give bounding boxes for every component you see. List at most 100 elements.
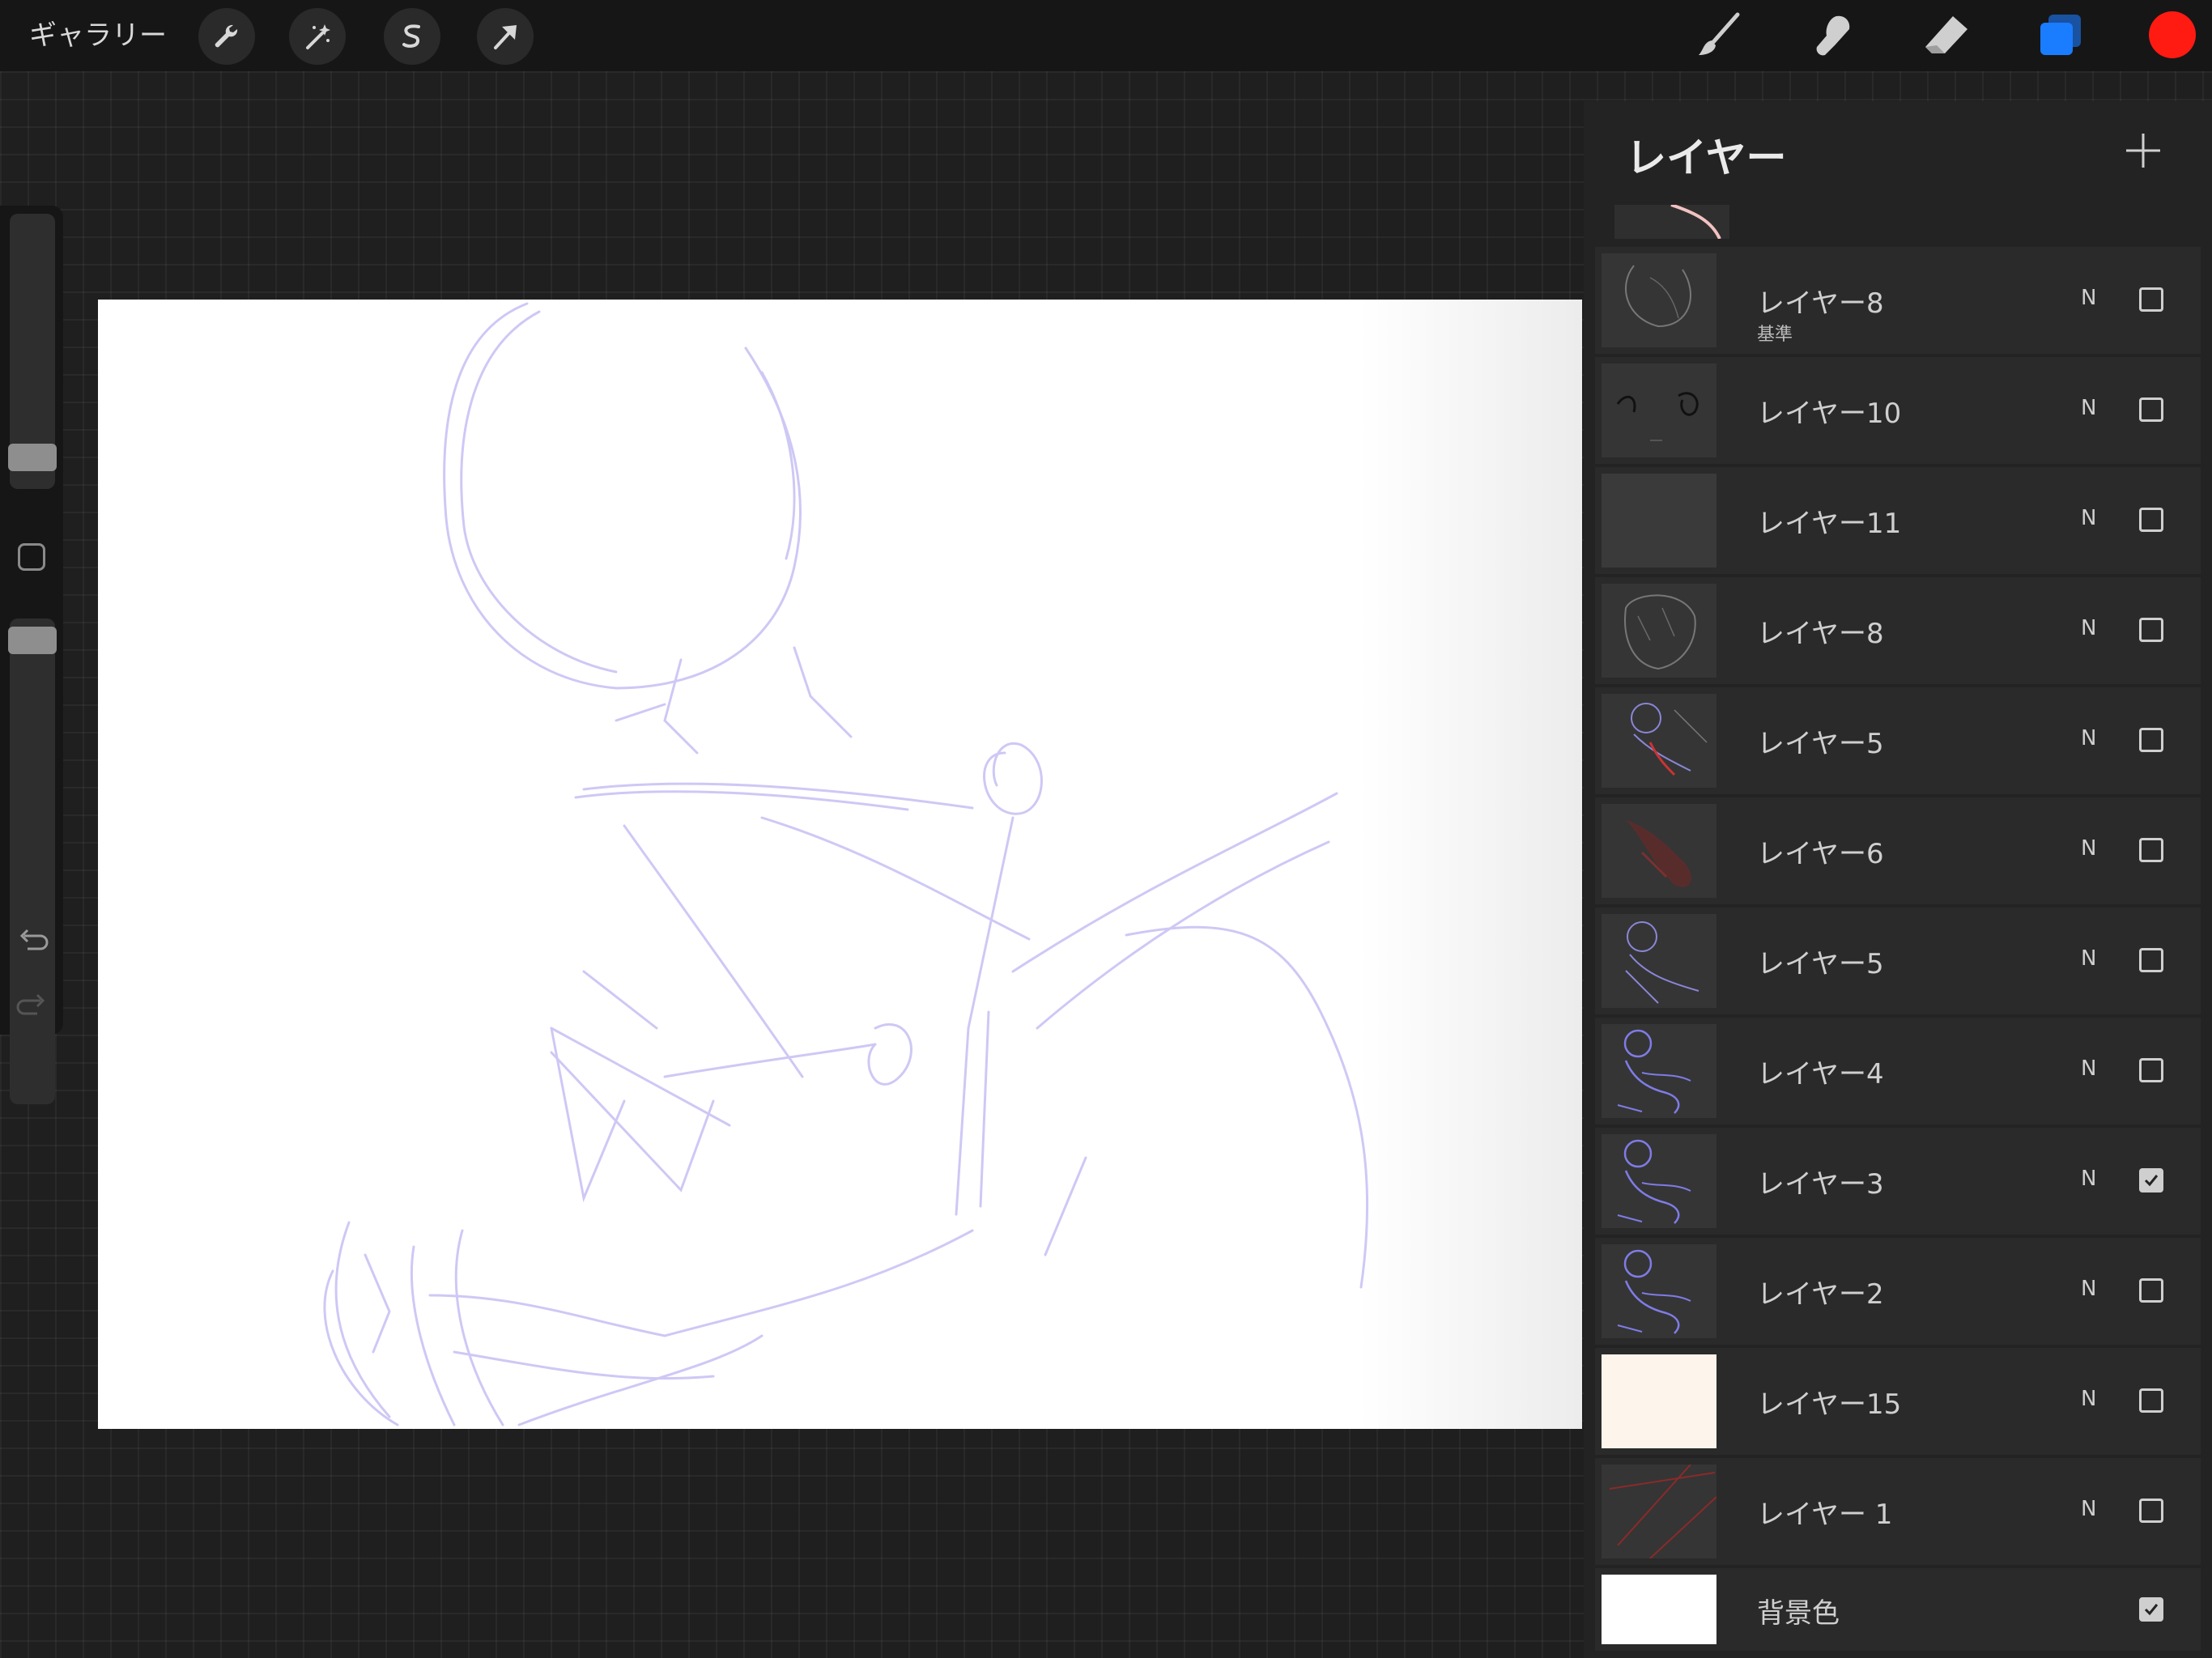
layer-thumbnail[interactable]	[1602, 1354, 1716, 1448]
opacity-thumb[interactable]	[8, 627, 57, 654]
layer-name: レイヤー6	[1757, 838, 1884, 870]
layer-thumbnail[interactable]	[1602, 1575, 1716, 1644]
layer-visibility-checkbox[interactable]	[2139, 838, 2163, 862]
layer-thumbnail[interactable]	[1602, 1465, 1716, 1558]
blend-mode-button[interactable]: N	[2081, 1387, 2096, 1411]
blend-mode-button[interactable]: N	[2081, 616, 2096, 640]
layer-visibility-checkbox[interactable]	[2139, 1499, 2163, 1523]
wrench-icon	[215, 24, 238, 48]
selection-s-icon	[402, 24, 420, 48]
smudge-finger-icon	[1816, 15, 1850, 56]
color-picker-swatch[interactable]	[2149, 11, 2196, 58]
layer-thumbnail[interactable]	[1602, 1134, 1716, 1228]
layer-visibility-checkbox[interactable]	[2139, 508, 2163, 532]
opacity-slider[interactable]	[10, 619, 55, 1104]
layer-row[interactable]: レイヤー10 N	[1595, 357, 2201, 464]
blend-mode-button[interactable]: N	[2081, 506, 2096, 530]
layer-row[interactable]: レイヤー11 N	[1595, 467, 2201, 574]
check-icon	[2144, 1175, 2159, 1187]
layer-thumbnail[interactable]	[1602, 474, 1716, 568]
brush-size-thumb[interactable]	[8, 444, 57, 471]
add-layer-button[interactable]	[2123, 130, 2163, 171]
layer-name: レイヤー4	[1757, 1058, 1884, 1090]
layer-name: 背景色	[1757, 1597, 1840, 1630]
blend-mode-button[interactable]: N	[2081, 1497, 2096, 1521]
layer-row[interactable]: レイヤー5 N	[1595, 908, 2201, 1014]
eraser-icon	[1925, 16, 1967, 53]
layer-visibility-checkbox[interactable]	[2139, 1388, 2163, 1413]
layers-icon	[2040, 15, 2081, 55]
blend-mode-button[interactable]: N	[2081, 396, 2096, 420]
layer-thumbnail[interactable]	[1602, 363, 1716, 457]
layer-row[interactable]: レイヤー15 N	[1595, 1348, 2201, 1455]
layer-visibility-checkbox[interactable]	[2139, 1597, 2163, 1622]
layer-visibility-checkbox[interactable]	[2139, 287, 2163, 312]
layer-thumbnail[interactable]	[1602, 1244, 1716, 1338]
layer-name: レイヤー8	[1757, 618, 1884, 650]
layer-visibility-checkbox[interactable]	[2139, 397, 2163, 422]
layer-name: レイヤー8	[1757, 287, 1884, 320]
layer-row[interactable]: レイヤー5 N	[1595, 687, 2201, 794]
layer-row[interactable]: 背景色	[1595, 1568, 2201, 1651]
layer-name: レイヤー 1	[1757, 1499, 1893, 1531]
brush-tool[interactable]	[1692, 10, 1744, 62]
layers-panel-header: レイヤー	[1584, 101, 2212, 198]
left-sidebar	[0, 206, 63, 1104]
layer-thumbnail[interactable]	[1602, 804, 1716, 898]
transform-arrow-icon	[494, 25, 517, 49]
blend-mode-button[interactable]: N	[2081, 1056, 2096, 1081]
actions-button[interactable]	[198, 8, 255, 65]
layer-name: レイヤー10	[1757, 397, 1902, 430]
layer-row[interactable]: レイヤー 1 N	[1595, 1458, 2201, 1565]
undo-icon[interactable]	[16, 925, 49, 957]
layer-name: レイヤー5	[1757, 948, 1884, 980]
magic-wand-icon	[306, 24, 330, 49]
layer-name: レイヤー2	[1757, 1278, 1884, 1311]
gallery-button[interactable]: ギャラリー	[29, 16, 167, 55]
layer-row[interactable]: レイヤー8 N	[1595, 577, 2201, 684]
layer-visibility-checkbox[interactable]	[2139, 728, 2163, 752]
layer-thumbnail[interactable]	[1602, 1024, 1716, 1118]
layer-row[interactable]: レイヤー3 N	[1595, 1128, 2201, 1235]
layers-panel-title: レイヤー	[1626, 134, 1787, 181]
blend-mode-button[interactable]: N	[2081, 726, 2096, 750]
blend-mode-button[interactable]: N	[2081, 836, 2096, 861]
selection-button[interactable]	[384, 8, 440, 65]
layer-thumbnail[interactable]	[1602, 914, 1716, 1008]
layers-tool[interactable]	[2034, 10, 2086, 62]
redo-icon[interactable]	[16, 989, 49, 1022]
layer-row[interactable]: レイヤー8 基準 N	[1595, 247, 2201, 354]
layer-thumbnail[interactable]	[1602, 584, 1716, 678]
layer-row[interactable]: レイヤー2 N	[1595, 1238, 2201, 1345]
blend-mode-button[interactable]: N	[2081, 946, 2096, 971]
layer-thumbnail[interactable]	[1602, 694, 1716, 788]
layer-thumbnail[interactable]	[1602, 253, 1716, 347]
layer-name: レイヤー15	[1757, 1388, 1902, 1421]
drawing-canvas[interactable]	[98, 300, 1582, 1429]
transform-button[interactable]	[477, 8, 534, 65]
blend-mode-button[interactable]: N	[2081, 1277, 2096, 1301]
procreate-app: ギャラリー レイヤー レイヤー8 基準 N レイヤー10 N レイヤー11 N …	[0, 0, 2212, 1658]
layer-row[interactable]: レイヤー6 N	[1595, 797, 2201, 904]
sketch-artwork	[323, 302, 1369, 1426]
layer-name: レイヤー5	[1757, 728, 1884, 760]
layer-row[interactable]: レイヤー4 N	[1595, 1018, 2201, 1124]
modify-button[interactable]	[18, 543, 45, 571]
layer-thumbnail-partial	[1614, 205, 1729, 239]
top-toolbar: ギャラリー	[0, 0, 2212, 71]
blend-mode-button[interactable]: N	[2081, 286, 2096, 310]
blend-mode-button[interactable]: N	[2081, 1167, 2096, 1191]
layer-visibility-checkbox[interactable]	[2139, 948, 2163, 972]
brush-icon	[1699, 12, 1740, 55]
layer-name: レイヤー3	[1757, 1168, 1884, 1201]
adjustments-button[interactable]	[289, 8, 346, 65]
smudge-tool[interactable]	[1807, 10, 1859, 62]
layer-visibility-checkbox[interactable]	[2139, 618, 2163, 642]
layers-panel: レイヤー レイヤー8 基準 N レイヤー10 N レイヤー11 N レイヤー8 N レイヤー5 N レ…	[1584, 101, 2212, 1658]
layer-visibility-checkbox[interactable]	[2139, 1168, 2163, 1192]
eraser-tool[interactable]	[1921, 10, 1972, 62]
layer-visibility-checkbox[interactable]	[2139, 1058, 2163, 1082]
check-icon	[2144, 1604, 2159, 1616]
layer-visibility-checkbox[interactable]	[2139, 1278, 2163, 1303]
layer-name: レイヤー11	[1757, 508, 1902, 540]
